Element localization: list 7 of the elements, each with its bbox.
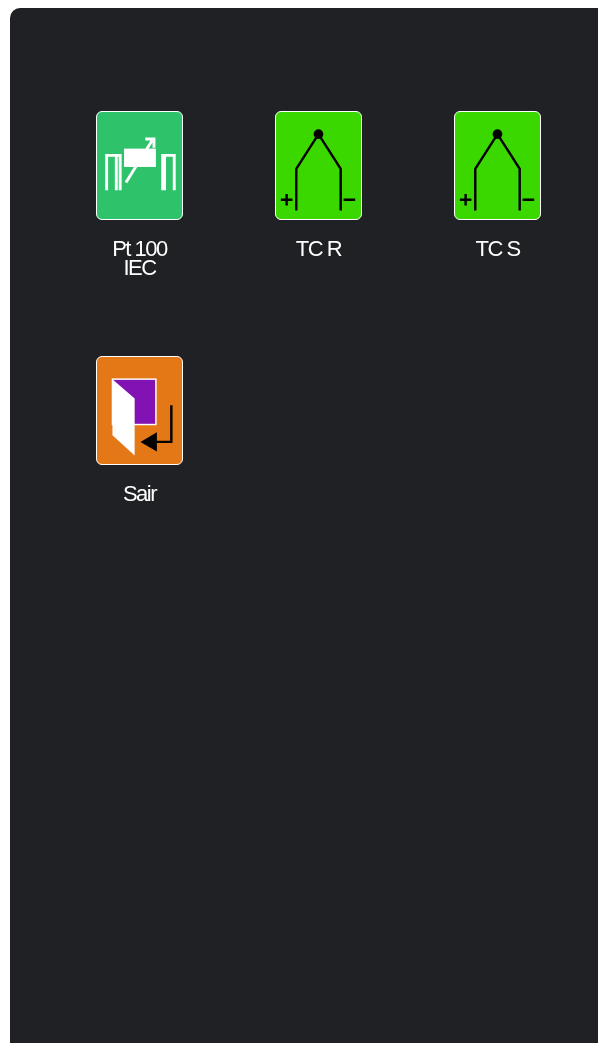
item-label: Sair bbox=[121, 484, 158, 503]
item-label: Pt 100 IEC bbox=[111, 239, 169, 277]
exit-button[interactable] bbox=[96, 356, 183, 465]
item-label: TC S bbox=[474, 239, 521, 258]
thermocouple-button[interactable] bbox=[275, 111, 362, 220]
thermocouple-button[interactable] bbox=[454, 111, 541, 220]
item-label: TC R bbox=[294, 239, 343, 258]
